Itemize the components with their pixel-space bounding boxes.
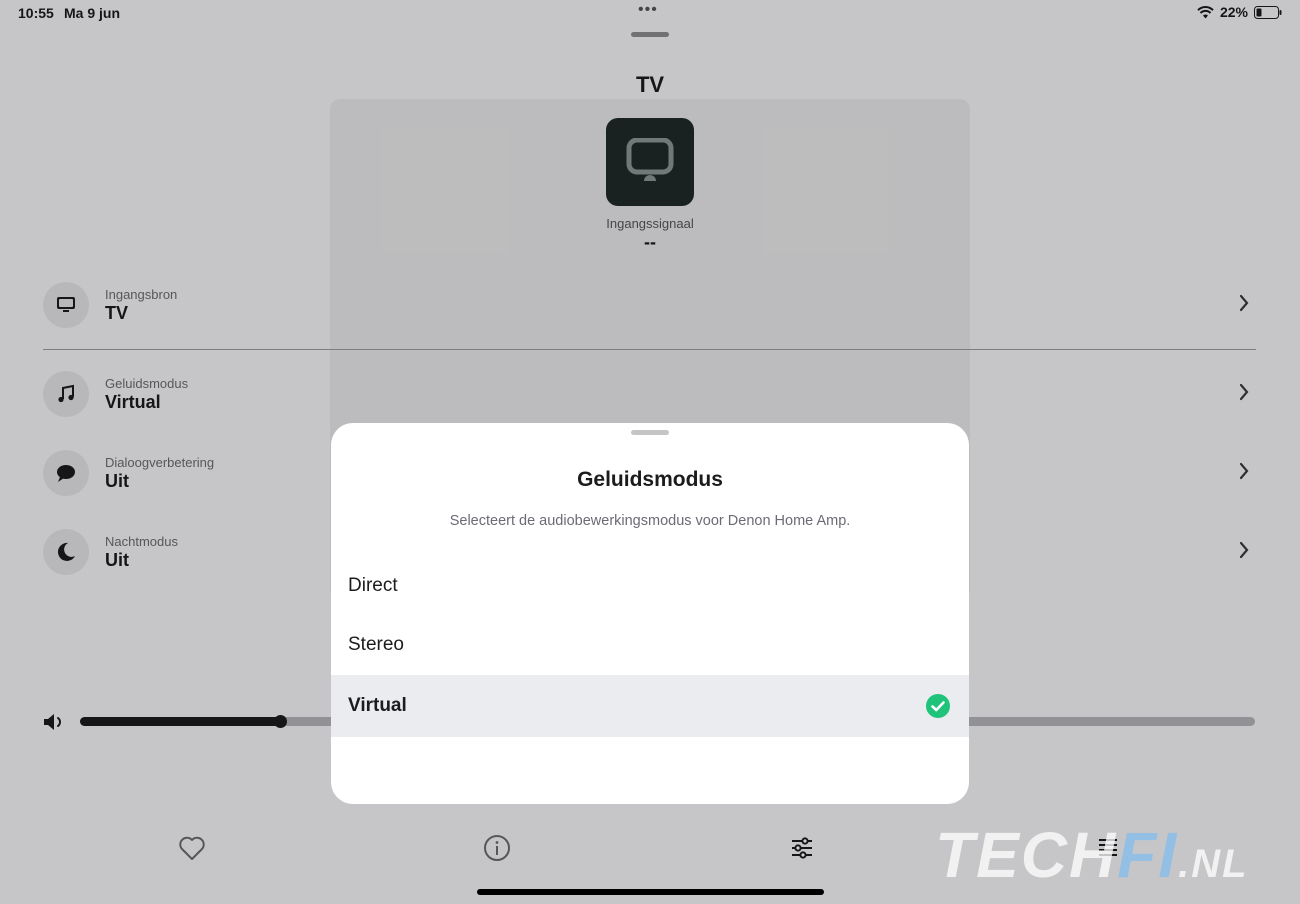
- home-indicator[interactable]: [477, 889, 824, 895]
- option-label: Stereo: [348, 634, 404, 655]
- checkmark-icon: [926, 694, 950, 724]
- sheet-subtitle: Selecteert de audiobewerkingsmodus voor …: [449, 513, 851, 529]
- option-label: Direct: [348, 575, 398, 596]
- sound-mode-sheet: Geluidsmodus Selecteert de audiobewerkin…: [331, 423, 969, 804]
- option-stereo[interactable]: Stereo: [331, 614, 969, 676]
- option-direct[interactable]: Direct: [331, 555, 969, 617]
- sheet-title: Geluidsmodus: [577, 468, 723, 491]
- watermark-part: FI: [1117, 819, 1179, 891]
- option-virtual[interactable]: Virtual: [331, 675, 969, 737]
- watermark: TECHFI.NL: [935, 818, 1249, 892]
- option-label: Virtual: [348, 695, 407, 716]
- watermark-part: TECH: [935, 819, 1118, 891]
- sheet-grabber[interactable]: [631, 430, 669, 435]
- watermark-part: .NL: [1178, 842, 1249, 886]
